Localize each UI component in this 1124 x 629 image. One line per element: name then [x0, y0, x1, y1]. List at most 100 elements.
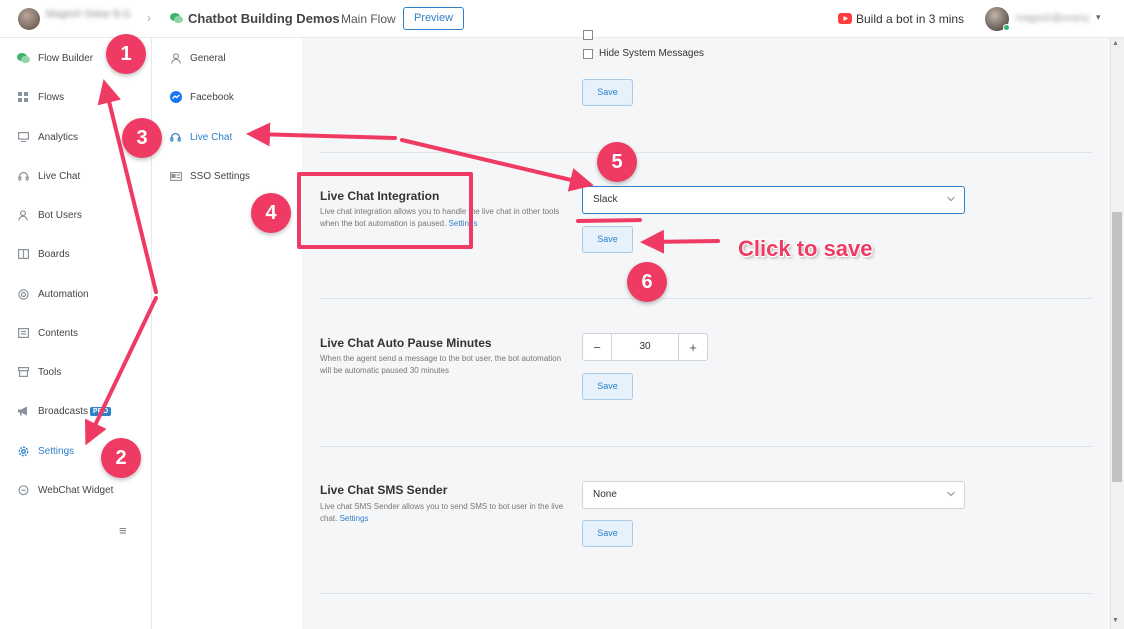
user-icon	[16, 208, 30, 222]
workspace-name[interactable]: Magesh Sekar B.G	[46, 9, 134, 27]
flow-name[interactable]: Main Flow	[341, 12, 396, 26]
sms-sender-select[interactable]: None	[582, 481, 965, 509]
chat-bubble-icon	[16, 483, 30, 497]
automation-icon	[16, 287, 30, 301]
step-badge-1: 1	[106, 34, 146, 74]
chevron-down-icon[interactable]: ▾	[1096, 12, 1101, 23]
step-badge-5: 5	[597, 142, 637, 182]
settings-nav-label: Live Chat	[190, 131, 233, 143]
sidebar-item-label: Contents	[38, 327, 79, 339]
sms-sender-description: Live chat SMS Sender allows you to send …	[320, 501, 570, 525]
step-badge-3: 3	[122, 118, 162, 158]
click-to-save-label: Click to save	[738, 236, 873, 261]
sidebar-item-webchat-widget[interactable]: WebChat Widget	[16, 479, 113, 501]
settings-nav-label: General	[190, 52, 226, 64]
board-icon	[16, 247, 30, 261]
sidebar-item-contents[interactable]: Contents	[16, 322, 78, 344]
section-divider	[320, 152, 1093, 153]
megaphone-icon	[16, 404, 30, 418]
contents-icon	[16, 326, 30, 340]
live-chat-integration-select[interactable]: Slack	[582, 186, 965, 214]
sidebar-item-boards[interactable]: Boards	[16, 243, 70, 265]
bot-icon	[170, 13, 183, 24]
chart-icon	[16, 130, 30, 144]
settings-nav-label: Facebook	[190, 91, 234, 103]
sidebar-item-broadcasts[interactable]: Broadcasts PRO	[16, 400, 112, 422]
messenger-icon	[169, 91, 182, 104]
settings-nav-live-chat[interactable]: Live Chat	[169, 127, 232, 147]
sidebar-item-label: Bot Users	[38, 209, 82, 221]
settings-nav-general[interactable]: General	[169, 48, 226, 68]
scroll-down-arrow-icon[interactable]: ▼	[1112, 617, 1119, 624]
chevron-down-icon	[947, 196, 955, 202]
settings-link[interactable]: Settings	[340, 514, 369, 523]
selected-value: None	[593, 489, 617, 500]
sidebar-item-label: Tools	[38, 366, 62, 378]
step-badge-2: 2	[101, 438, 141, 478]
sidebar-item-label: WebChat Widget	[38, 484, 114, 496]
tools-icon	[16, 365, 30, 379]
sidebar-item-label: Live Chat	[38, 170, 81, 182]
youtube-icon[interactable]	[838, 13, 852, 24]
scroll-up-arrow-icon[interactable]: ▲	[1112, 40, 1119, 47]
save-button[interactable]: Save	[582, 79, 633, 106]
auto-pause-title: Live Chat Auto Pause Minutes	[320, 336, 492, 350]
hide-system-messages-checkbox[interactable]: Hide System Messages	[583, 48, 704, 59]
bot-name[interactable]: Chatbot Building Demos	[188, 11, 340, 26]
save-button[interactable]: Save	[582, 226, 633, 253]
sidebar-item-tools[interactable]: Tools	[16, 361, 61, 383]
settings-nav-facebook[interactable]: Facebook	[169, 87, 234, 107]
sidebar-item-label: Settings	[38, 445, 75, 457]
online-status-dot	[1003, 24, 1010, 31]
selected-value: Slack	[593, 194, 618, 205]
sidebar-item-live-chat[interactable]: Live Chat	[16, 165, 80, 187]
sidebar-item-automation[interactable]: Automation	[16, 283, 89, 305]
settings-nav-label: SSO Settings	[190, 170, 251, 182]
save-button[interactable]: Save	[582, 373, 633, 400]
checkbox[interactable]	[583, 30, 593, 40]
sidebar-item-flow-builder[interactable]: Flow Builder	[16, 47, 93, 69]
sidebar-item-label: Analytics	[38, 131, 79, 143]
sidebar-item-settings[interactable]: Settings	[16, 440, 74, 462]
grid-icon	[16, 90, 30, 104]
sidebar-item-label: Broadcasts	[38, 405, 89, 417]
user-name[interactable]: magesh@example	[1016, 13, 1088, 27]
user-icon	[169, 52, 182, 65]
sms-sender-title: Live Chat SMS Sender	[320, 483, 448, 497]
checkbox-row-partial[interactable]	[583, 30, 599, 40]
decrement-button[interactable]: −	[583, 334, 611, 360]
integration-highlight-box	[297, 172, 473, 249]
headset-icon	[16, 169, 30, 183]
build-bot-video-link[interactable]: Build a bot in 3 mins	[856, 12, 964, 26]
sidebar-item-analytics[interactable]: Analytics	[16, 126, 78, 148]
checkbox[interactable]	[583, 48, 593, 59]
gear-icon	[16, 444, 30, 458]
step-badge-4: 4	[251, 193, 291, 233]
increment-button[interactable]: +	[679, 334, 707, 360]
scrollbar-thumb[interactable]	[1112, 212, 1122, 482]
minutes-input[interactable]: 30	[611, 334, 679, 360]
settings-nav-sso-settings[interactable]: SSO Settings	[169, 166, 250, 186]
section-divider	[320, 446, 1093, 447]
workspace-avatar[interactable]	[18, 8, 40, 30]
chevron-down-icon	[947, 491, 955, 497]
sidebar-item-label: Automation	[38, 288, 89, 300]
section-divider	[320, 593, 1093, 594]
top-bar: Magesh Sekar B.G › Chatbot Building Demo…	[0, 0, 1124, 38]
sidebar-item-label: Flow Builder	[38, 52, 94, 64]
sidebar-item-bot-users[interactable]: Bot Users	[16, 204, 82, 226]
save-button[interactable]: Save	[582, 520, 633, 547]
breadcrumb-chevron-icon: ›	[327, 11, 331, 25]
settings-nav: General Facebook Live Chat SSO Settings	[152, 38, 302, 629]
section-divider	[320, 298, 1093, 299]
preview-button[interactable]: Preview	[403, 7, 464, 30]
sidebar-item-label: Boards	[38, 248, 70, 260]
breadcrumb-chevron-icon: ›	[147, 11, 151, 25]
collapse-menu-icon[interactable]: ≡	[119, 523, 127, 538]
flow-builder-icon	[16, 51, 30, 65]
auto-pause-minutes-stepper[interactable]: − 30 +	[582, 333, 708, 361]
auto-pause-description: When the agent send a message to the bot…	[320, 354, 562, 375]
checkbox-label: Hide System Messages	[599, 48, 705, 59]
sidebar-item-flows[interactable]: Flows	[16, 86, 64, 108]
id-card-icon	[169, 170, 182, 183]
